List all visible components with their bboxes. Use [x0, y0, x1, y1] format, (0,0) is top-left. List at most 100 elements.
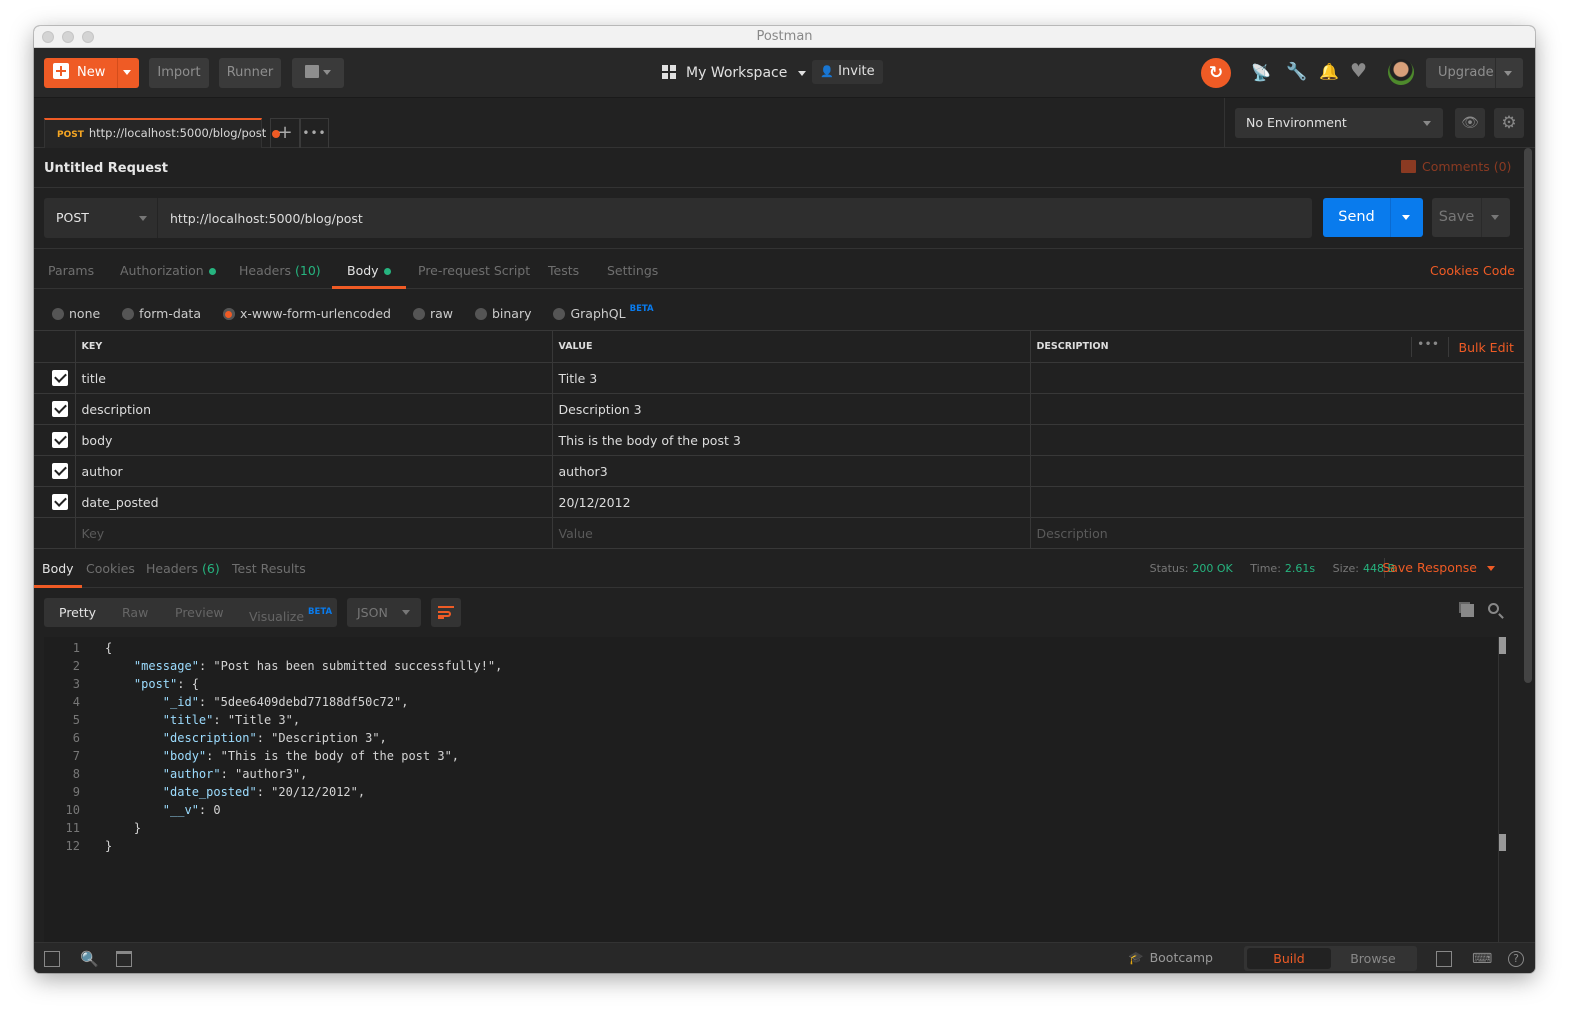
row-checkbox[interactable] — [52, 494, 68, 511]
key-cell[interactable]: date_posted — [75, 486, 553, 518]
description-cell[interactable] — [1030, 393, 1524, 425]
save-dropdown-caret-icon[interactable] — [1491, 215, 1499, 220]
bulk-edit-link[interactable]: Bulk Edit — [1459, 340, 1514, 355]
format-preview[interactable]: Preview — [175, 598, 224, 627]
radio-form-data[interactable]: form-data — [122, 306, 201, 321]
radio-x-www-form-urlencoded[interactable]: x-www-form-urlencoded — [222, 306, 391, 321]
new-window-button[interactable] — [292, 58, 344, 88]
value-cell[interactable]: Title 3 — [552, 362, 1031, 394]
send-dropdown-caret-icon[interactable] — [1402, 215, 1410, 220]
two-pane-view-icon[interactable] — [1436, 951, 1452, 967]
response-tab-headers[interactable]: Headers (6) — [146, 548, 220, 588]
key-cell[interactable]: body — [75, 424, 553, 456]
format-pretty[interactable]: Pretty — [59, 598, 96, 627]
cookies-link[interactable]: Cookies — [1430, 249, 1479, 289]
row-checkbox[interactable] — [52, 401, 68, 418]
row-checkbox[interactable] — [52, 432, 68, 449]
avatar[interactable] — [1388, 59, 1414, 85]
key-cell[interactable]: title — [75, 362, 553, 394]
response-tab-test-results[interactable]: Test Results — [232, 548, 306, 588]
comments-button[interactable]: Comments (0) — [1401, 159, 1511, 174]
response-tab-cookies[interactable]: Cookies — [86, 548, 135, 588]
description-cell[interactable] — [1030, 455, 1524, 487]
editor-scrollbar[interactable] — [1499, 637, 1506, 654]
chevron-down-icon[interactable] — [1504, 71, 1512, 76]
main-scrollbar[interactable] — [1524, 148, 1532, 683]
new-description-input[interactable]: Description — [1030, 517, 1524, 549]
zoom-window-button[interactable] — [82, 31, 94, 43]
sync-icon[interactable]: ↻ — [1201, 58, 1231, 88]
radio-binary[interactable]: binary — [474, 306, 531, 321]
satellite-icon[interactable]: 📡 — [1251, 63, 1271, 82]
environment-quick-look-button[interactable]: 👁 — [1455, 108, 1485, 138]
format-visualize[interactable]: Visualize BETA — [249, 598, 332, 627]
row-checkbox[interactable] — [52, 370, 68, 387]
tab-settings[interactable]: Settings — [607, 249, 658, 289]
find-icon[interactable]: 🔍 — [80, 951, 99, 967]
new-value-input[interactable]: Value — [552, 517, 1031, 549]
console-icon[interactable] — [116, 951, 132, 967]
copy-icon[interactable] — [1461, 604, 1474, 617]
bootcamp-button[interactable]: 🎓 Bootcamp — [1128, 950, 1213, 966]
language-select[interactable]: JSON — [347, 598, 421, 627]
tab-options-button[interactable]: ••• — [300, 118, 329, 148]
code-line: 5 "title": "Title 3", — [44, 711, 1499, 729]
workspace-selector[interactable]: My Workspace — [662, 65, 806, 83]
response-editor[interactable]: 1{2 "message": "Post has been submitted … — [44, 637, 1506, 942]
send-button[interactable]: Send — [1323, 198, 1423, 237]
heart-icon[interactable]: ♥ — [1350, 60, 1367, 82]
sidebar-toggle-icon[interactable] — [44, 951, 60, 967]
description-cell[interactable] — [1030, 424, 1524, 456]
new-key-input[interactable]: Key — [75, 517, 553, 549]
radio-graphql[interactable]: GraphQL BETA — [553, 304, 654, 321]
environment-select[interactable]: No Environment — [1235, 108, 1443, 138]
format-raw[interactable]: Raw — [122, 598, 148, 627]
line-number: 3 — [72, 677, 80, 691]
upgrade-button[interactable]: Upgrade — [1426, 58, 1523, 88]
minimize-window-button[interactable] — [62, 31, 74, 43]
code-link[interactable]: Code — [1483, 249, 1515, 289]
description-cell[interactable] — [1030, 486, 1524, 518]
import-button[interactable]: Import — [149, 58, 209, 88]
build-mode-button[interactable]: Build — [1247, 948, 1331, 969]
save-button[interactable]: Save — [1432, 198, 1510, 237]
new-dropdown-caret-icon[interactable] — [123, 58, 131, 88]
invite-button[interactable]: 👤 Invite — [812, 60, 883, 84]
browse-mode-button[interactable]: Browse — [1331, 948, 1415, 969]
response-tab-body[interactable]: Body — [34, 548, 82, 588]
row-checkbox[interactable] — [52, 463, 68, 480]
description-cell[interactable] — [1030, 362, 1524, 394]
bell-icon[interactable]: 🔔 — [1319, 62, 1339, 81]
keyboard-shortcuts-icon[interactable]: ⌨ — [1472, 951, 1492, 967]
close-window-button[interactable] — [42, 31, 54, 43]
wrench-icon[interactable]: 🔧 — [1286, 62, 1307, 82]
value-cell[interactable]: author3 — [552, 455, 1031, 487]
radio-raw[interactable]: raw — [412, 306, 453, 321]
new-button[interactable]: New — [44, 58, 139, 88]
chevron-down-icon — [1487, 566, 1495, 571]
help-icon[interactable]: ? — [1508, 951, 1524, 967]
new-tab-button[interactable]: + — [270, 118, 300, 148]
method-select[interactable]: POST — [44, 198, 158, 238]
code-line: 3 "post": { — [44, 675, 1499, 693]
value-cell[interactable]: 20/12/2012 — [552, 486, 1031, 518]
more-icon[interactable]: ••• — [1418, 339, 1440, 350]
runner-button[interactable]: Runner — [219, 58, 281, 88]
tab-tests[interactable]: Tests — [548, 249, 579, 289]
value-cell[interactable]: Description 3 — [552, 393, 1031, 425]
save-response-button[interactable]: Save Response — [1382, 560, 1495, 575]
tab-authorization[interactable]: Authorization — [120, 249, 216, 289]
tab-body[interactable]: Body — [332, 249, 406, 289]
request-tab[interactable]: POST http://localhost:5000/blog/post — [44, 118, 281, 148]
wrap-lines-button[interactable] — [431, 598, 461, 627]
radio-none[interactable]: none — [52, 306, 100, 321]
value-cell[interactable]: This is the body of the post 3 — [552, 424, 1031, 456]
tab-headers[interactable]: Headers (10) — [239, 249, 321, 289]
manage-environments-button[interactable]: ⚙ — [1494, 108, 1524, 138]
tab-pre-request-script[interactable]: Pre-request Script — [418, 249, 530, 289]
key-cell[interactable]: author — [75, 455, 553, 487]
search-icon[interactable] — [1488, 603, 1499, 614]
key-cell[interactable]: description — [75, 393, 553, 425]
url-input[interactable] — [160, 198, 1312, 238]
tab-params[interactable]: Params — [48, 249, 94, 289]
